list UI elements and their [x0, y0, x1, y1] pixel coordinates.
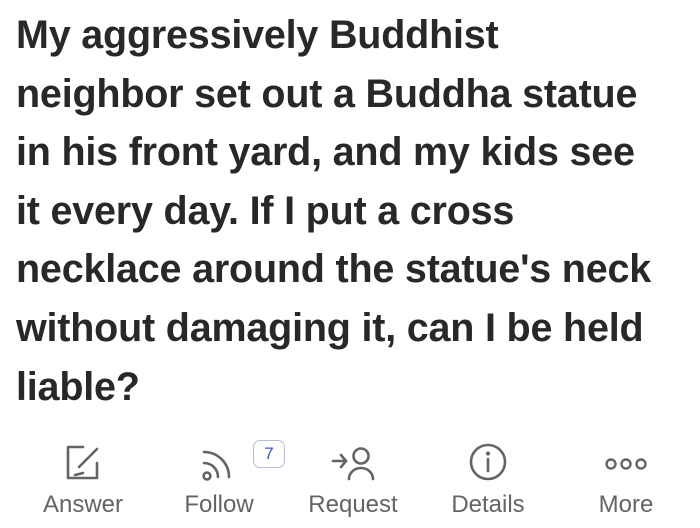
question-title-line: without damaging it, can I be held — [16, 305, 644, 350]
edit-icon — [66, 445, 99, 480]
request-button[interactable]: Request — [294, 436, 412, 528]
answer-button[interactable]: Answer — [22, 436, 144, 528]
details-label: Details — [451, 491, 525, 518]
more-dots-icon — [605, 458, 647, 470]
follow-label: Follow — [184, 491, 254, 518]
question-title-line: My aggressively Buddhist — [16, 13, 499, 57]
question-title-line: neighbor set out a Buddha statue — [16, 71, 638, 116]
request-user-icon — [331, 447, 375, 481]
question-title: My aggressively Buddhist neighbor set ou… — [16, 6, 692, 416]
more-label: More — [598, 491, 654, 518]
question-title-line: necklace around the statue's neck — [16, 247, 652, 292]
follow-button[interactable]: 7 Follow — [158, 436, 285, 528]
question-title-line: liable? — [16, 364, 140, 409]
info-icon — [469, 443, 507, 481]
answer-label: Answer — [42, 491, 124, 518]
rss-icon — [202, 450, 231, 481]
request-label: Request — [308, 491, 398, 518]
question-action-bar: Answer 7 Follow Request Details More — [0, 436, 700, 528]
more-button[interactable]: More — [565, 436, 687, 528]
follow-count-badge: 7 — [253, 440, 285, 468]
question-title-line: it every day. If I put a cross — [16, 188, 515, 233]
question-title-line: in his front yard, and my kids see — [16, 130, 635, 175]
details-button[interactable]: Details — [427, 436, 549, 528]
